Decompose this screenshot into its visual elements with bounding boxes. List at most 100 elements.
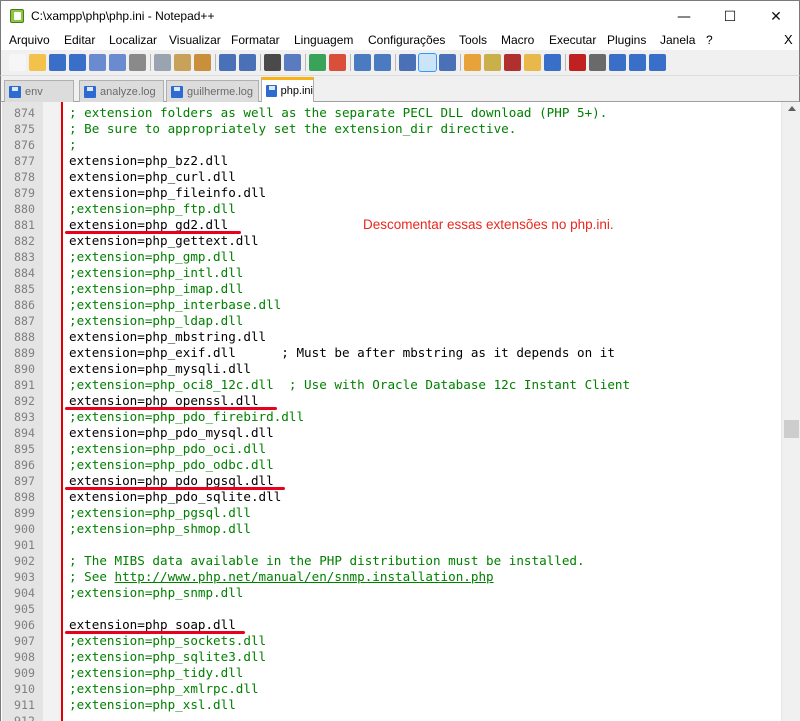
scroll-thumb[interactable] xyxy=(784,420,799,438)
code-line[interactable]: 891 ;extension=php_oci8_12c.dll ; Use wit… xyxy=(1,377,781,393)
saved-file-icon xyxy=(171,85,183,98)
open-file-icon[interactable] xyxy=(29,54,46,71)
code-line[interactable]: 892 extension=php_openssl.dll xyxy=(1,393,781,410)
code-line[interactable]: 912 xyxy=(1,713,781,721)
code-line[interactable]: 874 ; extension folders as well as the se… xyxy=(1,105,781,121)
save-icon[interactable] xyxy=(49,54,66,71)
code-line[interactable]: 889 extension=php_exif.dll ; Must be afte… xyxy=(1,345,781,361)
find-icon[interactable] xyxy=(264,54,281,71)
menu-arquivo[interactable]: Arquivo xyxy=(9,33,50,47)
code-line[interactable]: 900 ;extension=php_shmop.dll xyxy=(1,521,781,537)
redo-icon[interactable] xyxy=(239,54,256,71)
code-line[interactable]: 887 ;extension=php_ldap.dll xyxy=(1,313,781,329)
saved-file-icon xyxy=(84,85,96,98)
code-line[interactable]: 909 ;extension=php_tidy.dll xyxy=(1,665,781,681)
line-number: 908 xyxy=(14,650,35,664)
close-all-icon[interactable] xyxy=(109,54,126,71)
code-line[interactable]: 902 ; The MIBS data available in the PHP … xyxy=(1,553,781,569)
code-line[interactable]: 875 ; Be sure to appropriately set the ex… xyxy=(1,121,781,137)
code-line[interactable]: 903 ; See http://www.php.net/manual/en/sn… xyxy=(1,569,781,585)
code-line[interactable]: 884 ;extension=php_intl.dll xyxy=(1,265,781,281)
code-line[interactable]: 894 extension=php_pdo_mysql.dll xyxy=(1,425,781,441)
menu-macro[interactable]: Macro xyxy=(501,33,534,47)
zoom-out-icon[interactable] xyxy=(329,54,346,71)
code-lines[interactable]: 874 ; extension folders as well as the se… xyxy=(1,105,781,721)
word-wrap-icon[interactable] xyxy=(399,54,416,71)
code-line[interactable]: 901 xyxy=(1,537,781,553)
editor[interactable]: 874 ; extension folders as well as the se… xyxy=(0,102,800,721)
cut-icon[interactable] xyxy=(154,54,171,71)
code-line[interactable]: 898 extension=php_pdo_sqlite.dll xyxy=(1,489,781,505)
code-line[interactable]: 888 extension=php_mbstring.dll xyxy=(1,329,781,345)
code-line[interactable]: 878 extension=php_curl.dll xyxy=(1,169,781,185)
menu-localizar[interactable]: Localizar xyxy=(109,33,157,47)
code-line[interactable]: 876; xyxy=(1,137,781,153)
scroll-up-arrow-icon[interactable] xyxy=(788,106,796,111)
menu-editar[interactable]: Editar xyxy=(64,33,95,47)
code-line[interactable]: 879 extension=php_fileinfo.dll xyxy=(1,185,781,201)
copy-icon[interactable] xyxy=(174,54,191,71)
menu-plugins[interactable]: Plugins xyxy=(607,33,646,47)
code-line[interactable]: 899 ;extension=php_pgsql.dll xyxy=(1,505,781,521)
code-line[interactable]: 895 ;extension=php_pdo_oci.dll xyxy=(1,441,781,457)
menu-executar[interactable]: Executar xyxy=(549,33,596,47)
code-line[interactable]: 897 extension=php_pdo_pgsql.dll xyxy=(1,473,781,490)
replace-icon[interactable] xyxy=(284,54,301,71)
code-line[interactable]: 886 ;extension=php_interbase.dll xyxy=(1,297,781,313)
save-all-icon[interactable] xyxy=(69,54,86,71)
menu-help[interactable]: ? xyxy=(706,33,713,47)
menu-janela[interactable]: Janela xyxy=(660,33,695,47)
code-line[interactable]: 882 extension=php_gettext.dll xyxy=(1,233,781,249)
code-line[interactable]: 908 ;extension=php_sqlite3.dll xyxy=(1,649,781,665)
function-list-icon[interactable] xyxy=(504,54,521,71)
code-line[interactable]: 877 extension=php_bz2.dll xyxy=(1,153,781,169)
print-icon[interactable] xyxy=(129,54,146,71)
doc-map-icon[interactable] xyxy=(484,54,501,71)
undo-icon[interactable] xyxy=(219,54,236,71)
paste-icon[interactable] xyxy=(194,54,211,71)
code-line[interactable]: 885 ;extension=php_imap.dll xyxy=(1,281,781,297)
play-macro-icon[interactable] xyxy=(609,54,626,71)
vertical-scrollbar[interactable] xyxy=(781,102,800,721)
close-window-button[interactable]: ✕ xyxy=(753,1,799,32)
code-line[interactable]: 893 ;extension=php_pdo_firebird.dll xyxy=(1,409,781,425)
tab-analyze-log[interactable]: analyze.log xyxy=(79,80,164,102)
toolbar xyxy=(0,50,800,76)
close-icon[interactable] xyxy=(89,54,106,71)
code-line[interactable]: 896 ;extension=php_pdo_odbc.dll xyxy=(1,457,781,473)
maximize-button[interactable]: ☐ xyxy=(707,1,753,32)
menu-tools[interactable]: Tools xyxy=(459,33,487,47)
tab-php-ini[interactable]: php.ini xyxy=(261,77,314,102)
code-line[interactable]: 911 ;extension=php_xsl.dll xyxy=(1,697,781,713)
code-line[interactable]: 904 ;extension=php_snmp.dll xyxy=(1,585,781,601)
sync-horizontal-icon[interactable] xyxy=(374,54,391,71)
run-macro-multiple-icon[interactable] xyxy=(629,54,646,71)
folder-workspace-icon[interactable] xyxy=(524,54,541,71)
code-line[interactable]: 906 extension=php_soap.dll xyxy=(1,617,781,634)
udl-icon[interactable] xyxy=(464,54,481,71)
code-line[interactable]: 907 ;extension=php_sockets.dll xyxy=(1,633,781,649)
code-line[interactable]: 905 xyxy=(1,601,781,617)
menu-configura-es[interactable]: Configurações xyxy=(368,33,445,47)
code-line[interactable]: 880 ;extension=php_ftp.dll xyxy=(1,201,781,217)
indent-guide-icon[interactable] xyxy=(439,54,456,71)
menu-formatar[interactable]: Formatar xyxy=(231,33,280,47)
sync-vertical-icon[interactable] xyxy=(354,54,371,71)
record-macro-icon[interactable] xyxy=(569,54,586,71)
code-line[interactable]: 883 ;extension=php_gmp.dll xyxy=(1,249,781,265)
zoom-in-icon[interactable] xyxy=(309,54,326,71)
show-all-chars-icon[interactable] xyxy=(418,53,437,72)
code-line[interactable]: 910 ;extension=php_xmlrpc.dll xyxy=(1,681,781,697)
menu-visualizar[interactable]: Visualizar xyxy=(169,33,221,47)
save-macro-icon[interactable] xyxy=(649,54,666,71)
tab-guilherme-log[interactable]: guilherme.log xyxy=(166,80,259,102)
monitor-icon[interactable] xyxy=(544,54,561,71)
close-document-button[interactable]: X xyxy=(784,32,793,47)
menu-linguagem[interactable]: Linguagem xyxy=(294,33,353,47)
code-line[interactable]: 890 extension=php_mysqli.dll xyxy=(1,361,781,377)
minimize-button[interactable]: — xyxy=(661,1,707,32)
new-file-icon[interactable] xyxy=(9,54,26,71)
stop-record-icon[interactable] xyxy=(589,54,606,71)
url-link[interactable]: http://www.php.net/manual/en/snmp.instal… xyxy=(115,569,494,584)
tab-env[interactable]: env xyxy=(4,80,74,102)
